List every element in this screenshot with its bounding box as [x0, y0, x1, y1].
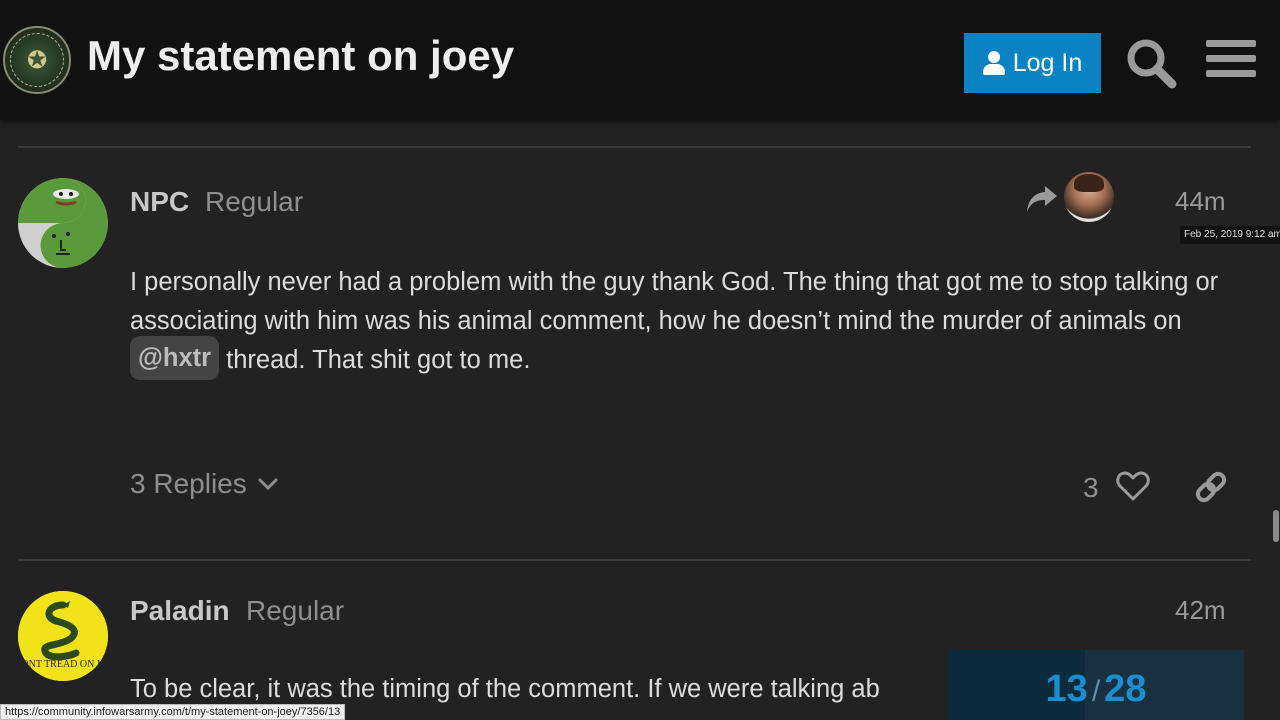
- search-icon[interactable]: [1124, 36, 1180, 92]
- like-count[interactable]: 3: [1083, 472, 1099, 504]
- login-label: Log In: [1012, 48, 1083, 77]
- show-replies-button[interactable]: 3 Replies: [130, 468, 279, 500]
- date-tooltip: Feb 25, 2019 9:12 am: [1180, 226, 1280, 244]
- site-header: ✪ My statement on joey Log In: [0, 0, 1280, 120]
- post-body: I personally never had a problem with th…: [130, 263, 1240, 381]
- progress-current: 13: [1045, 668, 1088, 710]
- post-text: I personally never had a problem with th…: [130, 268, 1219, 335]
- progress-count: 13/28: [948, 668, 1244, 711]
- chevron-down-icon: [258, 478, 278, 491]
- hamburger-menu-icon[interactable]: [1206, 40, 1256, 84]
- reply-to-avatar[interactable]: [1064, 172, 1114, 222]
- topic-progress[interactable]: 13/28: [948, 650, 1244, 720]
- post-text: thread. That shit got to me.: [219, 346, 531, 374]
- site-logo[interactable]: ✪: [3, 26, 71, 94]
- user-icon: [982, 51, 1005, 75]
- eagle-icon: ✪: [26, 46, 48, 74]
- avatar-text: DONT TREAD ON ME: [18, 659, 108, 670]
- post-divider: [18, 146, 1251, 148]
- topic-title[interactable]: My statement on joey: [87, 32, 514, 80]
- post-date[interactable]: 44m: [1175, 186, 1226, 217]
- progress-total: 28: [1104, 668, 1147, 710]
- post-date[interactable]: 42m: [1175, 595, 1226, 626]
- post-username[interactable]: NPC: [130, 186, 189, 218]
- user-title: Regular: [246, 595, 345, 626]
- user-title: Regular: [205, 186, 304, 217]
- replies-label: 3 Replies: [130, 468, 247, 499]
- user-mention[interactable]: @hxtr: [130, 336, 220, 381]
- status-bar-url: https://community.infowarsarmy.com/t/my-…: [0, 704, 346, 720]
- link-icon[interactable]: [1192, 468, 1230, 506]
- post-divider: [18, 559, 1251, 561]
- login-button[interactable]: Log In: [964, 33, 1101, 93]
- avatar[interactable]: [18, 178, 108, 268]
- scrollbar-thumb[interactable]: [1273, 510, 1279, 542]
- heart-icon[interactable]: [1116, 470, 1150, 502]
- progress-separator: /: [1091, 675, 1101, 708]
- avatar[interactable]: DONT TREAD ON ME: [18, 591, 108, 681]
- post-username[interactable]: Paladin: [130, 595, 230, 627]
- page-scrollbar[interactable]: [1270, 120, 1280, 720]
- reply-to-arrow-icon[interactable]: [1025, 184, 1059, 214]
